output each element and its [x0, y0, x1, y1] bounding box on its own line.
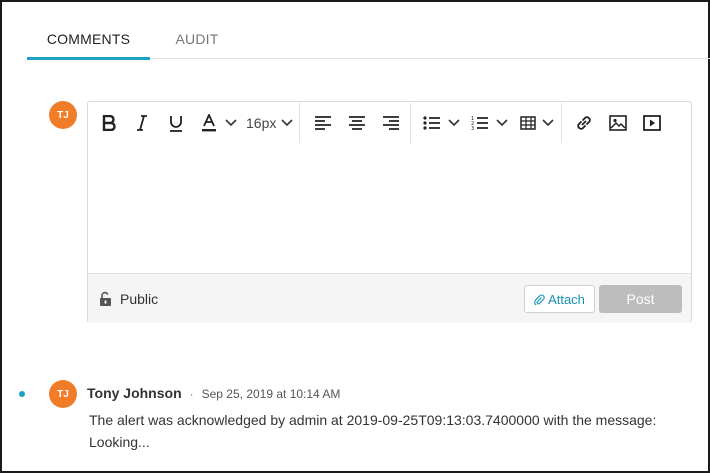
- comment-header: Tony Johnson · Sep 25, 2019 at 10:14 AM: [87, 385, 340, 401]
- align-right-button[interactable]: [378, 108, 404, 138]
- align-center-button[interactable]: [344, 108, 370, 138]
- insert-link-button[interactable]: [572, 108, 596, 138]
- table-icon: [520, 116, 537, 130]
- post-button[interactable]: Post: [599, 285, 682, 313]
- attach-label: Attach: [548, 291, 585, 307]
- font-color-icon: [202, 114, 216, 132]
- editor-toolbar: 16px 123: [88, 102, 691, 144]
- numbered-list-button[interactable]: 123: [469, 108, 491, 138]
- bulleted-list-icon: [423, 116, 441, 130]
- numbered-list-icon: 123: [471, 116, 489, 131]
- svg-text:3: 3: [471, 126, 474, 131]
- current-user-avatar: TJ: [49, 101, 77, 129]
- toolbar-divider: [299, 103, 301, 143]
- font-size-select[interactable]: 16px: [246, 108, 293, 138]
- chevron-down-icon: [448, 119, 460, 127]
- video-icon: [643, 115, 662, 131]
- font-color-dropdown[interactable]: [224, 108, 238, 138]
- align-center-icon: [349, 116, 366, 130]
- paperclip-icon: [534, 294, 545, 305]
- comment-separator: ·: [189, 387, 194, 401]
- comment-author: Tony Johnson: [87, 385, 182, 401]
- tab-comments[interactable]: COMMENTS: [27, 20, 150, 60]
- align-left-icon: [315, 116, 332, 130]
- italic-button[interactable]: [130, 108, 154, 138]
- editor-footer: Public Attach Post: [88, 274, 691, 323]
- image-icon: [609, 115, 628, 131]
- visibility-toggle[interactable]: Public: [98, 291, 158, 307]
- unlock-icon: [100, 291, 111, 306]
- align-right-icon: [383, 116, 400, 130]
- table-dropdown[interactable]: [541, 108, 555, 138]
- font-color-button[interactable]: [198, 108, 220, 138]
- bold-icon: [102, 115, 116, 131]
- italic-icon: [137, 115, 147, 131]
- insert-video-button[interactable]: [640, 108, 664, 138]
- underline-button[interactable]: [164, 108, 188, 138]
- toolbar-divider: [561, 103, 563, 143]
- toolbar-divider: [410, 103, 412, 143]
- attach-button[interactable]: Attach: [524, 285, 595, 313]
- tab-bar: COMMENTS AUDIT: [27, 20, 710, 60]
- link-icon: [577, 116, 592, 130]
- editor-text-area[interactable]: [88, 144, 691, 274]
- comment-body: The alert was acknowledged by admin at 2…: [89, 412, 657, 450]
- chevron-down-icon: [542, 119, 554, 127]
- align-left-button[interactable]: [310, 108, 336, 138]
- bulleted-list-button[interactable]: [421, 108, 443, 138]
- comment-editor: 16px 123 Public Attach Post: [87, 101, 692, 323]
- chevron-down-icon: [281, 119, 293, 127]
- chevron-down-icon: [496, 119, 508, 127]
- underline-icon: [170, 115, 182, 132]
- bold-button[interactable]: [98, 108, 120, 138]
- chevron-down-icon: [225, 119, 237, 127]
- insert-image-button[interactable]: [606, 108, 630, 138]
- table-button[interactable]: [517, 108, 539, 138]
- tab-audit[interactable]: AUDIT: [150, 20, 244, 58]
- font-size-value: 16px: [246, 115, 277, 131]
- numbered-list-dropdown[interactable]: [495, 108, 509, 138]
- bulleted-list-dropdown[interactable]: [447, 108, 461, 138]
- visibility-label: Public: [120, 290, 159, 307]
- comment-author-avatar: TJ: [49, 380, 77, 408]
- comment-timestamp: Sep 25, 2019 at 10:14 AM: [201, 387, 341, 401]
- unread-indicator: [19, 391, 25, 397]
